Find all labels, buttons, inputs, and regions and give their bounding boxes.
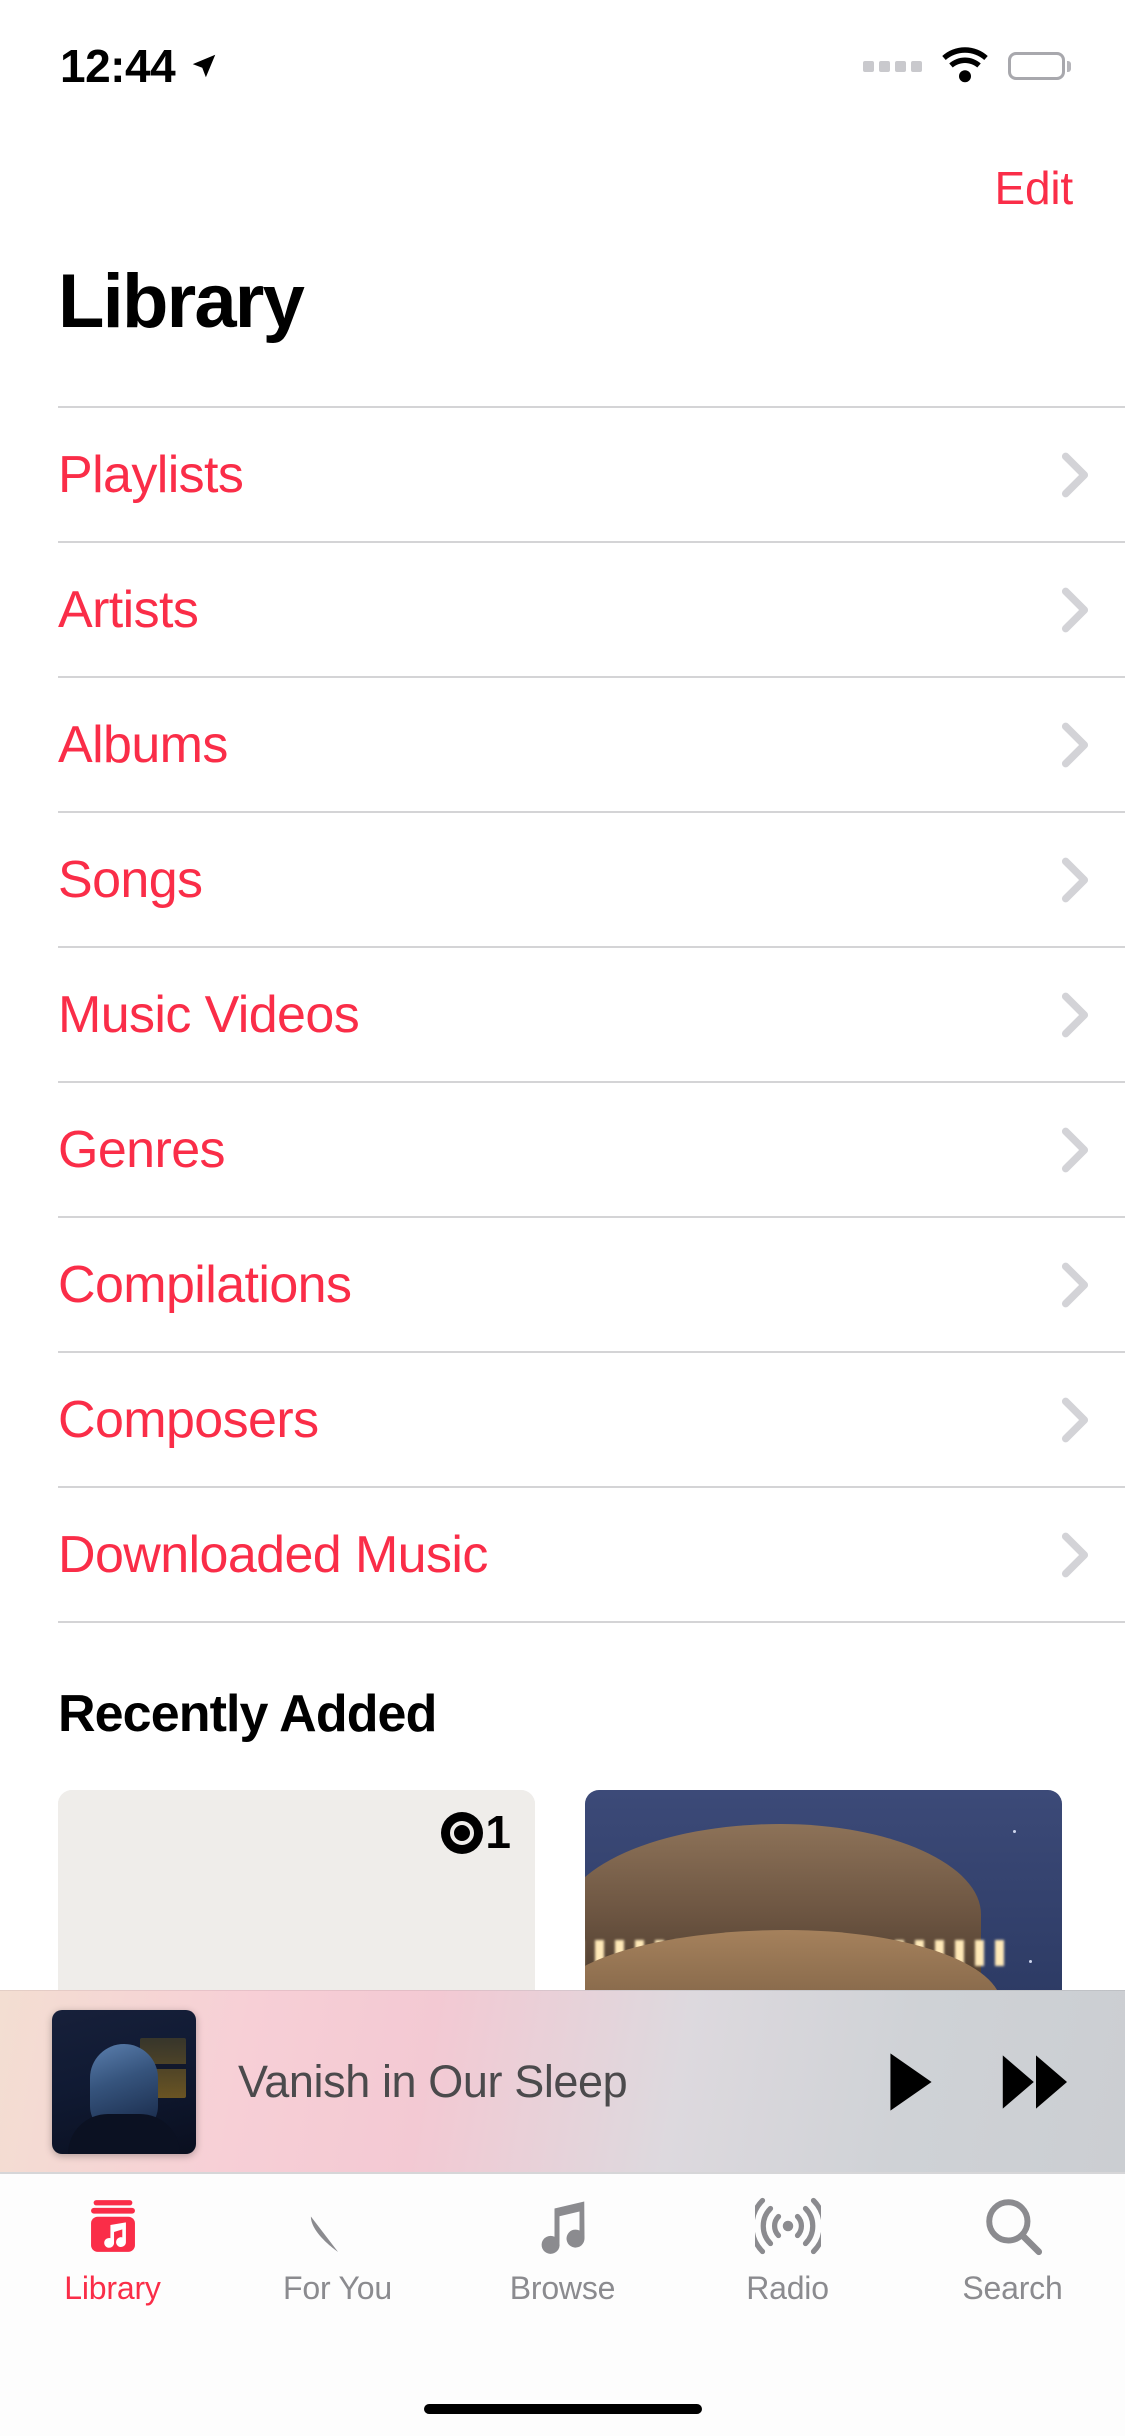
tab-search[interactable]: Search [900,2194,1125,2307]
location-arrow-icon [192,54,216,78]
library-row-label: Genres [58,1120,226,1179]
library-row-downloaded-music[interactable]: Downloaded Music [58,1486,1125,1621]
play-icon [890,2052,932,2111]
library-row-songs[interactable]: Songs [58,811,1125,946]
fast-forward-icon [1002,2054,1067,2109]
chevron-right-icon [1061,587,1089,632]
library-row-music-videos[interactable]: Music Videos [58,946,1125,1081]
now-playing-title: Vanish in Our Sleep [238,2055,628,2107]
tab-label: Library [64,2270,161,2306]
battery-full-icon [1008,52,1071,80]
library-category-list: Playlists Artists Albums Songs Music Videos G… [0,406,1125,1623]
tab-library[interactable]: Library [0,2194,225,2307]
heart-icon [307,2194,369,2258]
library-row-composers[interactable]: Composers [58,1351,1125,1486]
tab-label: Browse [509,2270,616,2306]
chevron-right-icon [1061,857,1089,902]
now-playing-artwork[interactable] [52,2009,196,2154]
music-note-icon [533,2194,593,2258]
mini-player-bar[interactable]: Vanish in Our Sleep [0,1990,1125,2172]
music-app-screen: 12:44 Edit Library Playlists Artists Album… [0,0,1125,2436]
chevron-right-icon [1061,1397,1089,1442]
wifi-icon [942,47,988,83]
library-row-playlists[interactable]: Playlists [58,406,1125,541]
search-icon [982,2194,1044,2258]
fast-forward-button[interactable] [993,2051,1079,2113]
chevron-right-icon [1061,452,1089,497]
library-row-label: Downloaded Music [58,1525,488,1584]
signal-dots-icon [863,60,922,72]
tab-label: Radio [746,2270,829,2306]
tab-label: Search [962,2270,1063,2306]
tab-bar: Library For You Browse Radio Search [0,2172,1125,2436]
status-bar-clock: 12:44 [60,40,176,92]
tab-label: For You [283,2270,392,2306]
radio-waves-icon [754,2194,821,2258]
chevron-right-icon [1061,1532,1089,1577]
edit-button[interactable]: Edit [995,161,1074,215]
library-row-label: Artists [58,580,199,639]
home-indicator [423,2404,702,2414]
chevron-right-icon [1061,1127,1089,1172]
page-title: Library [58,259,305,344]
chevron-right-icon [1061,992,1089,1037]
library-row-artists[interactable]: Artists [58,541,1125,676]
library-row-label: Songs [58,850,203,909]
beats-1-logo-icon: 1 [441,1809,511,1856]
library-row-label: Albums [58,715,228,774]
library-row-label: Playlists [58,445,244,504]
status-bar-right [863,47,1071,85]
navigation-bar: Edit [0,132,1125,244]
chevron-right-icon [1061,722,1089,767]
library-row-label: Compilations [58,1255,352,1314]
chevron-right-icon [1061,1262,1089,1307]
library-row-label: Music Videos [58,985,360,1044]
tab-browse[interactable]: Browse [450,2194,675,2307]
library-row-genres[interactable]: Genres [58,1081,1125,1216]
status-bar: 12:44 [0,0,1125,132]
library-row-albums[interactable]: Albums [58,676,1125,811]
play-button[interactable] [877,2050,945,2114]
library-row-compilations[interactable]: Compilations [58,1216,1125,1351]
library-row-label: Composers [58,1390,319,1449]
library-icon [82,2194,144,2258]
status-bar-left: 12:44 [60,43,219,89]
tab-radio[interactable]: Radio [675,2194,900,2307]
library-list-bottom-divider [58,1621,1125,1623]
recently-added-heading: Recently Added [58,1685,437,1743]
tab-for-you[interactable]: For You [225,2194,450,2307]
